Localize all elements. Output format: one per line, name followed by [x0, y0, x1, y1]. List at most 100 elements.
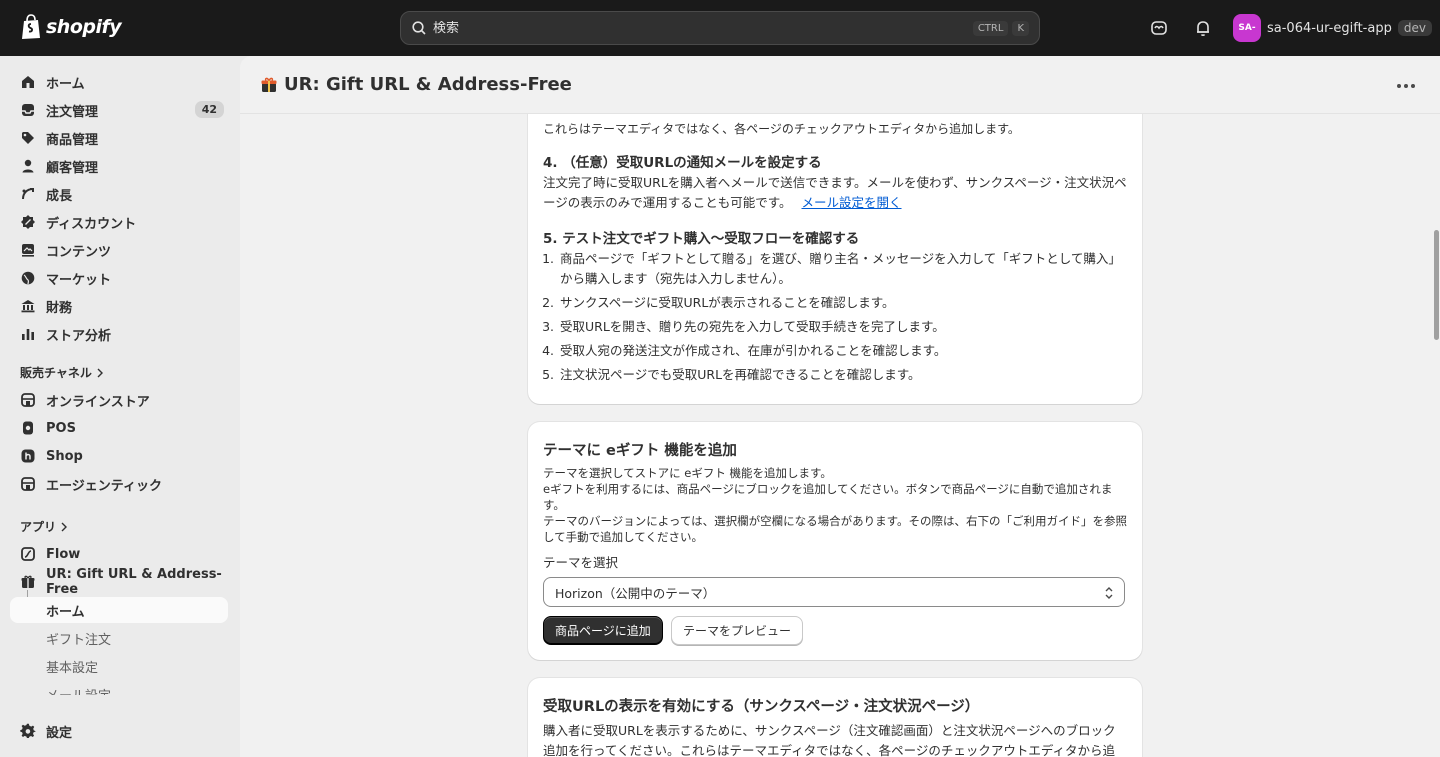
sidebar-item-online-store[interactable]: オンラインストア [10, 387, 228, 413]
sidebar-item-label: 成長 [46, 188, 73, 204]
list-item-text: 注文状況ページでも受取URLを再確認できることを確認します。 [560, 367, 921, 382]
list-item-number: 1. [542, 251, 554, 266]
list-item: 2. サンクスページに受取URLが表示されることを確認します。 [528, 293, 1133, 313]
sidebar-subitem-app-home[interactable]: ホーム [10, 597, 228, 623]
step4-body: 注文完了時に受取URLを購入者へメールで送信できます。メールを使わず、サンクスペ… [543, 173, 1133, 213]
top-bar: shopify CTRL K SA- sa-064-ur-egift-app d… [0, 0, 1440, 56]
sidebar-item-analytics[interactable]: ストア分析 [10, 321, 228, 347]
avatar: SA- [1233, 14, 1261, 42]
sidebar-item-settings[interactable]: 設定 [10, 718, 228, 744]
apps-label: アプリ [20, 520, 57, 534]
sidebar-item-label: 商品管理 [46, 132, 99, 148]
setup-steps-card: これらはテーマエディタではなく、各ページのチェックアウトエディタから追加します。… [528, 114, 1142, 404]
sidebar-item-customers[interactable]: 顧客管理 [10, 153, 228, 179]
sidebar-item-label: エージェンティック [46, 478, 162, 494]
theme-select-value: Horizon（公開中のテーマ） [555, 585, 716, 601]
list-item-number: 5. [542, 367, 554, 382]
sidekick-icon[interactable] [1149, 18, 1169, 38]
list-item-text: 商品ページで「ギフトとして贈る」を選び、贈り主名・メッセージを入力して「ギフトと… [560, 251, 1121, 286]
pos-icon [23, 421, 33, 435]
sidebar-item-products[interactable]: 商品管理 [10, 125, 228, 151]
sidebar-item-markets[interactable]: マーケット [10, 265, 228, 291]
theme-egift-card: テーマに eギフト 機能を追加 テーマを選択してストアに eギフト 機能を追加し… [528, 422, 1142, 660]
sales-channels-header[interactable]: 販売チャネル [20, 364, 104, 381]
page-title: UR: Gift URL & Address-Free [284, 74, 572, 95]
discount-icon [21, 215, 35, 229]
bell-icon[interactable] [1193, 18, 1213, 38]
sidebar-item-label: 注文管理 [46, 104, 99, 120]
sidebar-item-flow[interactable]: Flow [10, 541, 228, 567]
store-name: sa-064-ur-egift-app [1267, 20, 1392, 36]
theme-card-heading: テーマに eギフト 機能を追加 [543, 443, 737, 459]
sidebar-item-label: オンラインストア [46, 394, 150, 410]
add-to-product-page-button[interactable]: 商品ページに追加 [543, 616, 663, 645]
page-header: UR: Gift URL & Address-Free [240, 56, 1440, 114]
sidebar-item-home[interactable]: ホーム [10, 69, 228, 95]
dot-icon [1404, 84, 1408, 88]
scrollbar-track[interactable] [1432, 114, 1440, 757]
apps-header[interactable]: アプリ [20, 518, 68, 535]
person-icon [22, 159, 34, 173]
list-item-text: サンクスページに受取URLが表示されることを確認します。 [560, 295, 895, 310]
sidebar-item-orders[interactable]: 注文管理 42 [10, 97, 228, 123]
step5-list: 1. 商品ページで「ギフトとして贈る」を選び、贈り主名・メッセージを入力して「ギフ… [528, 249, 1133, 389]
flow-icon [21, 547, 35, 561]
sidebar-item-shop[interactable]: Shop [10, 443, 228, 469]
sidebar-item-label: POS [46, 420, 76, 436]
theme-select[interactable]: Horizon（公開中のテーマ） [543, 577, 1125, 607]
sidebar-item-label: Flow [46, 546, 81, 562]
sales-channels-label: 販売チャネル [20, 366, 92, 380]
more-actions-button[interactable] [1390, 76, 1422, 96]
shortcut-ctrl: CTRL [972, 20, 1009, 36]
list-item-number: 4. [542, 343, 554, 358]
home-icon [22, 76, 34, 88]
agentic-icon [21, 477, 35, 491]
content-icon [22, 244, 34, 257]
sidebar-item-content[interactable]: コンテンツ [10, 237, 228, 263]
sidebar-item-pos[interactable]: POS [10, 415, 228, 441]
search-bar[interactable]: CTRL K [400, 11, 1040, 45]
chevron-right-icon [97, 368, 103, 377]
search-input[interactable] [433, 20, 969, 36]
select-arrows-icon [1105, 587, 1113, 599]
main-content: UR: Gift URL & Address-Free これらはテーマエディタで… [240, 56, 1440, 757]
sidebar-item-finance[interactable]: 財務 [10, 293, 228, 319]
sidebar-subitem-basic-settings[interactable]: 基本設定 [10, 653, 228, 679]
sidebar-item-label: UR: Gift URL & Address-Free [46, 567, 222, 597]
list-item-number: 3. [542, 319, 554, 334]
sidebar-item-discounts[interactable]: ディスカウント [10, 209, 228, 235]
theme-desc-line-3: テーマのバージョンによっては、選択欄が空欄になる場合があります。その際は、右下の… [543, 514, 1127, 544]
sidebar-item-label: 設定 [46, 725, 73, 741]
step3-note: これらはテーマエディタではなく、各ページのチェックアウトエディタから追加します。 [543, 122, 1020, 136]
email-settings-link[interactable]: メール設定を開く [802, 195, 902, 210]
list-item: 1. 商品ページで「ギフトとして贈る」を選び、贈り主名・メッセージを入力して「ギフ… [528, 249, 1133, 289]
list-item: 4. 受取人宛の発送注文が作成され、在庫が引かれることを確認します。 [528, 341, 1133, 361]
sidebar-subitem-email-settings[interactable]: メール設定 [10, 681, 228, 695]
sidebar-subitem-gift-orders[interactable]: ギフト注文 [10, 625, 228, 651]
sidebar-item-label: マーケット [46, 272, 112, 288]
sidebar-item-label: ストア分析 [46, 328, 112, 344]
account-menu[interactable]: SA- sa-064-ur-egift-app dev [1233, 14, 1432, 42]
theme-card-description: テーマを選択してストアに eギフト 機能を追加します。 eギフトを利用するには、… [543, 465, 1127, 545]
sidebar-item-gift-app[interactable]: UR: Gift URL & Address-Free [10, 567, 228, 597]
theme-select-label: テーマを選択 [543, 555, 619, 570]
sidebar-item-growth[interactable]: 成長 [10, 181, 228, 207]
receipt-card-body: 購入者に受取URLを表示するために、サンクスページ（注文確認画面）と注文状況ペー… [543, 723, 1116, 757]
search-icon [412, 21, 426, 35]
dot-icon [1411, 84, 1415, 88]
dot-icon [1397, 84, 1401, 88]
sidebar-item-label: 顧客管理 [46, 160, 99, 176]
theme-desc-line-2: eギフトを利用するには、商品ページにブロックを追加してください。ボタンで商品ペー… [543, 482, 1113, 512]
list-item: 3. 受取URLを開き、贈り先の宛先を入力して受取手続きを完了します。 [528, 317, 1133, 337]
inbox-icon [22, 104, 34, 116]
scrollbar-thumb[interactable] [1434, 230, 1439, 340]
list-item-text: 受取人宛の発送注文が作成され、在庫が引かれることを確認します。 [560, 343, 947, 358]
shopify-logo[interactable]: shopify [20, 14, 122, 40]
sidebar-item-label: Shop [46, 448, 83, 464]
preview-theme-button[interactable]: テーマをプレビュー [671, 616, 804, 645]
step4-heading: 4. （任意）受取URLの通知メールを設定する [543, 155, 822, 171]
sidebar-item-label: 財務 [46, 300, 73, 316]
sidebar-item-agentic[interactable]: エージェンティック [10, 471, 228, 497]
orders-count-badge: 42 [194, 101, 224, 118]
list-item-text: 受取URLを開き、贈り先の宛先を入力して受取手続きを完了します。 [560, 319, 945, 334]
